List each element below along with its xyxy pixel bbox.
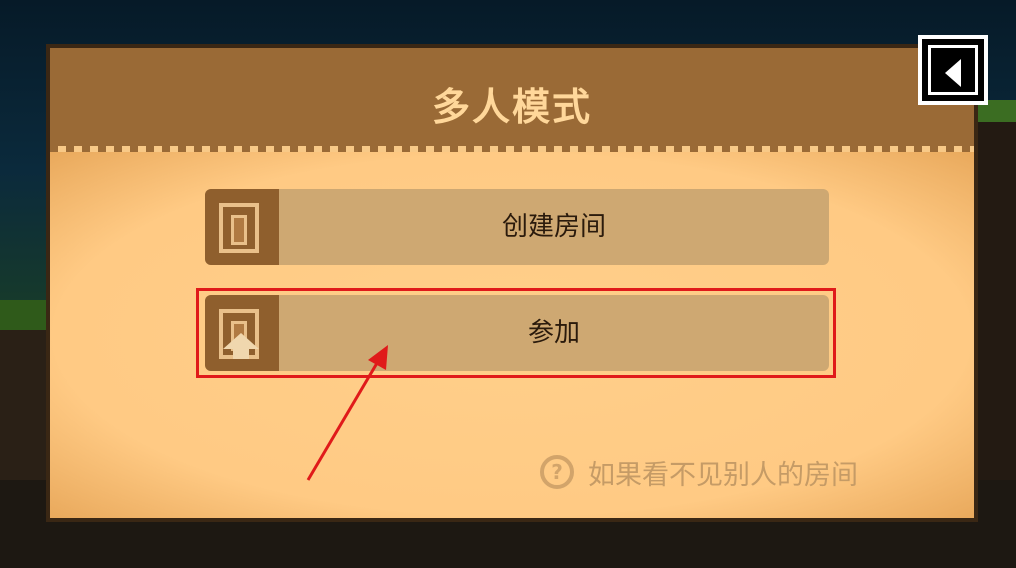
arrow-line bbox=[306, 357, 382, 481]
annotation-arrow bbox=[306, 345, 388, 481]
arrow-head bbox=[368, 345, 388, 370]
